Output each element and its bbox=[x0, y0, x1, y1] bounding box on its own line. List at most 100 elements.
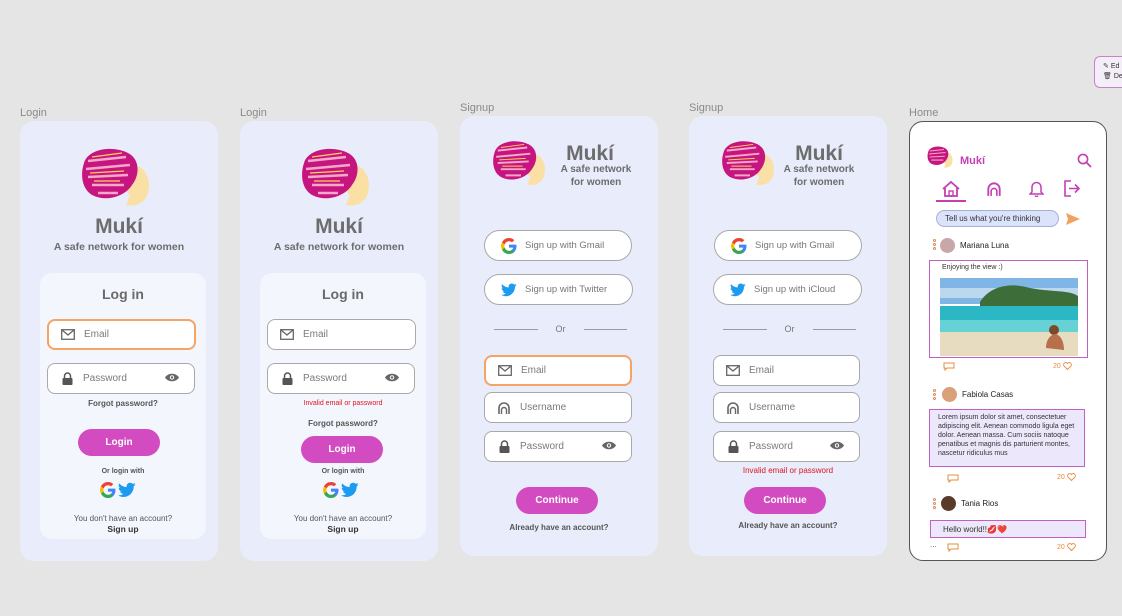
username-placeholder: Username bbox=[520, 402, 567, 413]
beach-photo[interactable] bbox=[940, 278, 1078, 356]
home-icon[interactable] bbox=[941, 180, 961, 198]
forgot-password-link[interactable]: Forgot password? bbox=[40, 399, 206, 408]
forgot-password-link[interactable]: Forgot password? bbox=[260, 419, 426, 428]
home-tab-underline bbox=[936, 200, 966, 202]
like-count[interactable]: 20 bbox=[1053, 362, 1072, 370]
post-author-name: Fabiola Casas bbox=[962, 390, 1014, 399]
social-login-row bbox=[323, 482, 359, 498]
more-indicator: ... bbox=[930, 540, 937, 549]
signup-icloud-button[interactable]: Sign up with iCloud bbox=[713, 274, 862, 305]
edit-label: Ed bbox=[1110, 63, 1120, 70]
email-placeholder: Email bbox=[749, 365, 775, 376]
email-field[interactable]: Email bbox=[713, 355, 860, 386]
bell-icon[interactable] bbox=[1029, 180, 1044, 197]
brand-name: Mukí bbox=[95, 215, 143, 238]
login-title: Log in bbox=[102, 286, 144, 302]
user-helmet-icon bbox=[725, 400, 741, 416]
email-placeholder: Email bbox=[521, 365, 547, 376]
username-field[interactable]: Username bbox=[484, 392, 632, 423]
user-helmet-icon bbox=[496, 400, 512, 416]
eye-icon[interactable] bbox=[164, 372, 180, 385]
password-field[interactable]: Password bbox=[267, 363, 415, 394]
brand-tagline-line1: A safe network bbox=[560, 164, 632, 175]
community-helmet-icon[interactable] bbox=[986, 181, 1002, 197]
signup-twitter-button[interactable]: Sign up with Twitter bbox=[484, 274, 633, 305]
muki-logo-icon bbox=[722, 141, 775, 186]
comment-icon[interactable] bbox=[943, 362, 955, 371]
email-field[interactable]: Email bbox=[47, 319, 196, 350]
google-icon[interactable] bbox=[323, 482, 339, 498]
password-placeholder: Password bbox=[749, 441, 793, 452]
email-field[interactable]: Email bbox=[484, 355, 632, 386]
avatar bbox=[941, 496, 956, 511]
google-icon bbox=[501, 237, 517, 254]
continue-button[interactable]: Continue bbox=[516, 487, 598, 514]
heart-icon bbox=[1062, 362, 1072, 370]
signup-screen: Mukí A safe network for women Sign up wi… bbox=[460, 116, 658, 556]
edit-menu-item[interactable]: ✎ Ed bbox=[1103, 62, 1122, 72]
google-icon bbox=[731, 237, 747, 254]
muki-logo-icon bbox=[302, 148, 370, 206]
post-options-icon[interactable] bbox=[933, 239, 936, 250]
eye-icon[interactable] bbox=[601, 440, 617, 453]
post-options-icon[interactable] bbox=[933, 389, 936, 400]
have-account-link[interactable]: Already have an account? bbox=[689, 521, 887, 530]
brand-name: Mukí bbox=[566, 142, 614, 165]
error-message: Invalid email or password bbox=[742, 466, 834, 475]
brand-tagline-line2: for women bbox=[793, 177, 845, 188]
twitter-icon[interactable] bbox=[341, 482, 359, 498]
like-count[interactable]: 20 bbox=[1057, 543, 1076, 551]
eye-icon[interactable] bbox=[384, 372, 400, 385]
muki-logo-icon bbox=[82, 148, 150, 206]
password-field[interactable]: Password bbox=[47, 363, 195, 394]
twitter-icon[interactable] bbox=[118, 482, 136, 498]
delete-menu-item[interactable]: 🗑 De bbox=[1103, 72, 1122, 82]
brand-name: Mukí bbox=[795, 142, 843, 165]
logout-icon[interactable] bbox=[1063, 180, 1081, 197]
frame-label-login: Login bbox=[20, 107, 47, 119]
signup-google-button[interactable]: Sign up with Gmail bbox=[714, 230, 862, 261]
avatar bbox=[942, 387, 957, 402]
or-label: Or bbox=[784, 324, 795, 334]
home-brand: Mukí bbox=[960, 155, 986, 167]
like-count[interactable]: 20 bbox=[1057, 473, 1076, 481]
lock-icon bbox=[279, 371, 295, 387]
or-login-with-label: Or login with bbox=[321, 468, 365, 475]
have-account-link[interactable]: Already have an account? bbox=[460, 523, 658, 532]
login-button[interactable]: Login bbox=[78, 429, 160, 456]
signup-link[interactable]: Sign up bbox=[40, 524, 206, 534]
login-button[interactable]: Login bbox=[301, 436, 383, 463]
comment-icon[interactable] bbox=[947, 474, 959, 483]
google-icon[interactable] bbox=[100, 482, 116, 498]
continue-button[interactable]: Continue bbox=[744, 487, 826, 514]
signup-twitter-label: Sign up with Twitter bbox=[525, 284, 608, 295]
eye-icon[interactable] bbox=[829, 440, 845, 453]
post-card: Hello world!!💋❤️ bbox=[930, 520, 1086, 538]
password-field[interactable]: Password bbox=[484, 431, 632, 462]
twitter-icon bbox=[501, 283, 517, 296]
signup-google-label: Sign up with Gmail bbox=[755, 240, 835, 251]
login-screen: Mukí A safe network for women Log in Ema… bbox=[20, 121, 218, 561]
signup-google-button[interactable]: Sign up with Gmail bbox=[484, 230, 632, 261]
brand-tagline: A safe network for women bbox=[53, 241, 185, 253]
post-author-name: Tania Rios bbox=[961, 499, 999, 508]
brand-name: Mukí bbox=[315, 215, 363, 238]
post-author: Tania Rios bbox=[941, 496, 998, 511]
frame-label-home: Home bbox=[909, 107, 939, 119]
like-count-value: 20 bbox=[1057, 543, 1065, 551]
email-field[interactable]: Email bbox=[267, 319, 416, 350]
compose-input[interactable]: Tell us what you're thinking bbox=[936, 210, 1059, 227]
username-field[interactable]: Username bbox=[713, 392, 860, 423]
signup-link[interactable]: Sign up bbox=[260, 524, 426, 534]
post-author-name: Mariana Luna bbox=[960, 241, 1009, 250]
password-field[interactable]: Password bbox=[713, 431, 860, 462]
send-icon[interactable] bbox=[1065, 212, 1081, 226]
post-options-icon[interactable] bbox=[933, 498, 936, 509]
comment-icon[interactable] bbox=[947, 543, 959, 552]
lock-icon bbox=[59, 371, 75, 387]
search-icon[interactable] bbox=[1077, 153, 1092, 168]
mail-icon bbox=[725, 363, 741, 379]
login-title: Log in bbox=[322, 286, 364, 302]
password-placeholder: Password bbox=[303, 373, 347, 384]
signup-google-label: Sign up with Gmail bbox=[525, 240, 605, 251]
